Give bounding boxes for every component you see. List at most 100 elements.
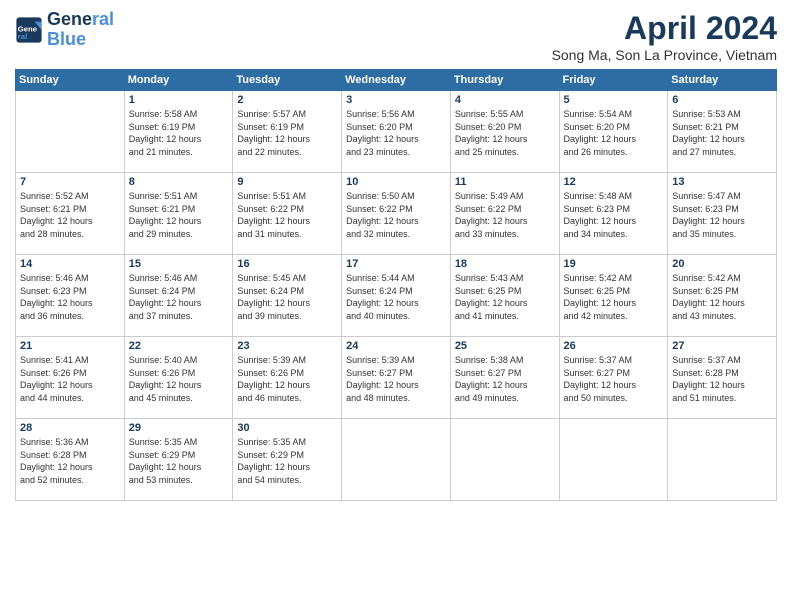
day-info: Sunrise: 5:50 AMSunset: 6:22 PMDaylight:… <box>346 190 446 240</box>
logo-icon: Gene ral <box>15 16 43 44</box>
location: Song Ma, Son La Province, Vietnam <box>552 47 777 63</box>
day-info: Sunrise: 5:54 AMSunset: 6:20 PMDaylight:… <box>564 108 664 158</box>
day-info: Sunrise: 5:39 AMSunset: 6:26 PMDaylight:… <box>237 354 337 404</box>
day-info: Sunrise: 5:44 AMSunset: 6:24 PMDaylight:… <box>346 272 446 322</box>
day-cell-0-3: 3 Sunrise: 5:56 AMSunset: 6:20 PMDaylight… <box>342 91 451 173</box>
logo-subtext: Blue <box>47 30 114 50</box>
day-cell-2-3: 17 Sunrise: 5:44 AMSunset: 6:24 PMDayligh… <box>342 255 451 337</box>
day-info: Sunrise: 5:42 AMSunset: 6:25 PMDaylight:… <box>564 272 664 322</box>
day-info: Sunrise: 5:40 AMSunset: 6:26 PMDaylight:… <box>129 354 229 404</box>
month-title: April 2024 <box>552 10 777 47</box>
calendar-table: Sunday Monday Tuesday Wednesday Thursday… <box>15 69 777 501</box>
day-cell-4-4 <box>450 419 559 501</box>
header-thursday: Thursday <box>450 70 559 91</box>
day-cell-3-1: 22 Sunrise: 5:40 AMSunset: 6:26 PMDayligh… <box>124 337 233 419</box>
day-number: 18 <box>455 258 555 270</box>
day-number: 1 <box>129 94 229 106</box>
day-cell-2-6: 20 Sunrise: 5:42 AMSunset: 6:25 PMDayligh… <box>668 255 777 337</box>
day-number: 28 <box>20 422 120 434</box>
day-number: 30 <box>237 422 337 434</box>
day-cell-2-0: 14 Sunrise: 5:46 AMSunset: 6:23 PMDayligh… <box>16 255 125 337</box>
day-number: 27 <box>672 340 772 352</box>
day-info: Sunrise: 5:42 AMSunset: 6:25 PMDaylight:… <box>672 272 772 322</box>
day-info: Sunrise: 5:46 AMSunset: 6:23 PMDaylight:… <box>20 272 120 322</box>
day-info: Sunrise: 5:45 AMSunset: 6:24 PMDaylight:… <box>237 272 337 322</box>
day-number: 17 <box>346 258 446 270</box>
day-cell-2-1: 15Sunrise: 5:46 AMSunset: 6:24 PMDayligh… <box>124 255 233 337</box>
day-number: 24 <box>346 340 446 352</box>
day-number: 3 <box>346 94 446 106</box>
day-number: 20 <box>672 258 772 270</box>
week-row-3: 14 Sunrise: 5:46 AMSunset: 6:23 PMDayligh… <box>16 255 777 337</box>
calendar-page: Gene ral General Blue April 2024 Song Ma… <box>0 0 792 612</box>
day-info: Sunrise: 5:56 AMSunset: 6:20 PMDaylight:… <box>346 108 446 158</box>
day-cell-4-3 <box>342 419 451 501</box>
header-saturday: Saturday <box>668 70 777 91</box>
day-number: 23 <box>237 340 337 352</box>
day-info: Sunrise: 5:35 AMSunset: 6:29 PMDaylight:… <box>237 436 337 486</box>
header-monday: Monday <box>124 70 233 91</box>
day-cell-1-6: 13Sunrise: 5:47 AMSunset: 6:23 PMDayligh… <box>668 173 777 255</box>
day-number: 21 <box>20 340 120 352</box>
day-number: 13 <box>672 176 772 188</box>
svg-text:ral: ral <box>18 32 27 41</box>
header: Gene ral General Blue April 2024 Song Ma… <box>15 10 777 63</box>
header-tuesday: Tuesday <box>233 70 342 91</box>
day-cell-3-4: 25Sunrise: 5:38 AMSunset: 6:27 PMDayligh… <box>450 337 559 419</box>
header-friday: Friday <box>559 70 668 91</box>
day-cell-4-1: 29Sunrise: 5:35 AMSunset: 6:29 PMDayligh… <box>124 419 233 501</box>
day-info: Sunrise: 5:58 AMSunset: 6:19 PMDaylight:… <box>129 108 229 158</box>
day-number: 16 <box>237 258 337 270</box>
day-info: Sunrise: 5:57 AMSunset: 6:19 PMDaylight:… <box>237 108 337 158</box>
day-number: 4 <box>455 94 555 106</box>
day-cell-3-6: 27 Sunrise: 5:37 AMSunset: 6:28 PMDayligh… <box>668 337 777 419</box>
day-cell-1-4: 11 Sunrise: 5:49 AMSunset: 6:22 PMDayligh… <box>450 173 559 255</box>
header-sunday: Sunday <box>16 70 125 91</box>
day-cell-0-2: 2 Sunrise: 5:57 AMSunset: 6:19 PMDaylight… <box>233 91 342 173</box>
day-info: Sunrise: 5:43 AMSunset: 6:25 PMDaylight:… <box>455 272 555 322</box>
week-row-4: 21 Sunrise: 5:41 AMSunset: 6:26 PMDayligh… <box>16 337 777 419</box>
days-header-row: Sunday Monday Tuesday Wednesday Thursday… <box>16 70 777 91</box>
day-info: Sunrise: 5:36 AMSunset: 6:28 PMDaylight:… <box>20 436 120 486</box>
day-info: Sunrise: 5:37 AMSunset: 6:28 PMDaylight:… <box>672 354 772 404</box>
day-cell-0-0 <box>16 91 125 173</box>
day-info: Sunrise: 5:51 AMSunset: 6:22 PMDaylight:… <box>237 190 337 240</box>
title-block: April 2024 Song Ma, Son La Province, Vie… <box>552 10 777 63</box>
day-cell-4-0: 28 Sunrise: 5:36 AMSunset: 6:28 PMDayligh… <box>16 419 125 501</box>
day-number: 11 <box>455 176 555 188</box>
day-number: 12 <box>564 176 664 188</box>
day-cell-0-4: 4 Sunrise: 5:55 AMSunset: 6:20 PMDaylight… <box>450 91 559 173</box>
day-info: Sunrise: 5:48 AMSunset: 6:23 PMDaylight:… <box>564 190 664 240</box>
day-info: Sunrise: 5:46 AMSunset: 6:24 PMDaylight:… <box>129 272 229 322</box>
day-info: Sunrise: 5:41 AMSunset: 6:26 PMDaylight:… <box>20 354 120 404</box>
week-row-1: 1 Sunrise: 5:58 AMSunset: 6:19 PMDaylight… <box>16 91 777 173</box>
day-cell-2-2: 16 Sunrise: 5:45 AMSunset: 6:24 PMDayligh… <box>233 255 342 337</box>
day-number: 25 <box>455 340 555 352</box>
day-info: Sunrise: 5:51 AMSunset: 6:21 PMDaylight:… <box>129 190 229 240</box>
day-cell-4-6 <box>668 419 777 501</box>
day-cell-3-0: 21 Sunrise: 5:41 AMSunset: 6:26 PMDayligh… <box>16 337 125 419</box>
day-number: 26 <box>564 340 664 352</box>
day-number: 2 <box>237 94 337 106</box>
day-number: 19 <box>564 258 664 270</box>
day-number: 9 <box>237 176 337 188</box>
day-cell-4-2: 30 Sunrise: 5:35 AMSunset: 6:29 PMDayligh… <box>233 419 342 501</box>
day-cell-0-6: 6Sunrise: 5:53 AMSunset: 6:21 PMDaylight… <box>668 91 777 173</box>
week-row-2: 7Sunrise: 5:52 AMSunset: 6:21 PMDaylight… <box>16 173 777 255</box>
day-number: 14 <box>20 258 120 270</box>
day-number: 5 <box>564 94 664 106</box>
day-info: Sunrise: 5:49 AMSunset: 6:22 PMDaylight:… <box>455 190 555 240</box>
day-cell-1-3: 10Sunrise: 5:50 AMSunset: 6:22 PMDayligh… <box>342 173 451 255</box>
day-info: Sunrise: 5:55 AMSunset: 6:20 PMDaylight:… <box>455 108 555 158</box>
day-info: Sunrise: 5:39 AMSunset: 6:27 PMDaylight:… <box>346 354 446 404</box>
day-info: Sunrise: 5:37 AMSunset: 6:27 PMDaylight:… <box>564 354 664 404</box>
logo-text: General <box>47 10 114 30</box>
logo: Gene ral General Blue <box>15 10 114 50</box>
day-cell-3-3: 24 Sunrise: 5:39 AMSunset: 6:27 PMDayligh… <box>342 337 451 419</box>
day-cell-1-5: 12 Sunrise: 5:48 AMSunset: 6:23 PMDayligh… <box>559 173 668 255</box>
day-number: 22 <box>129 340 229 352</box>
day-number: 6 <box>672 94 772 106</box>
day-cell-1-2: 9 Sunrise: 5:51 AMSunset: 6:22 PMDaylight… <box>233 173 342 255</box>
day-cell-1-0: 7Sunrise: 5:52 AMSunset: 6:21 PMDaylight… <box>16 173 125 255</box>
day-cell-1-1: 8Sunrise: 5:51 AMSunset: 6:21 PMDaylight… <box>124 173 233 255</box>
